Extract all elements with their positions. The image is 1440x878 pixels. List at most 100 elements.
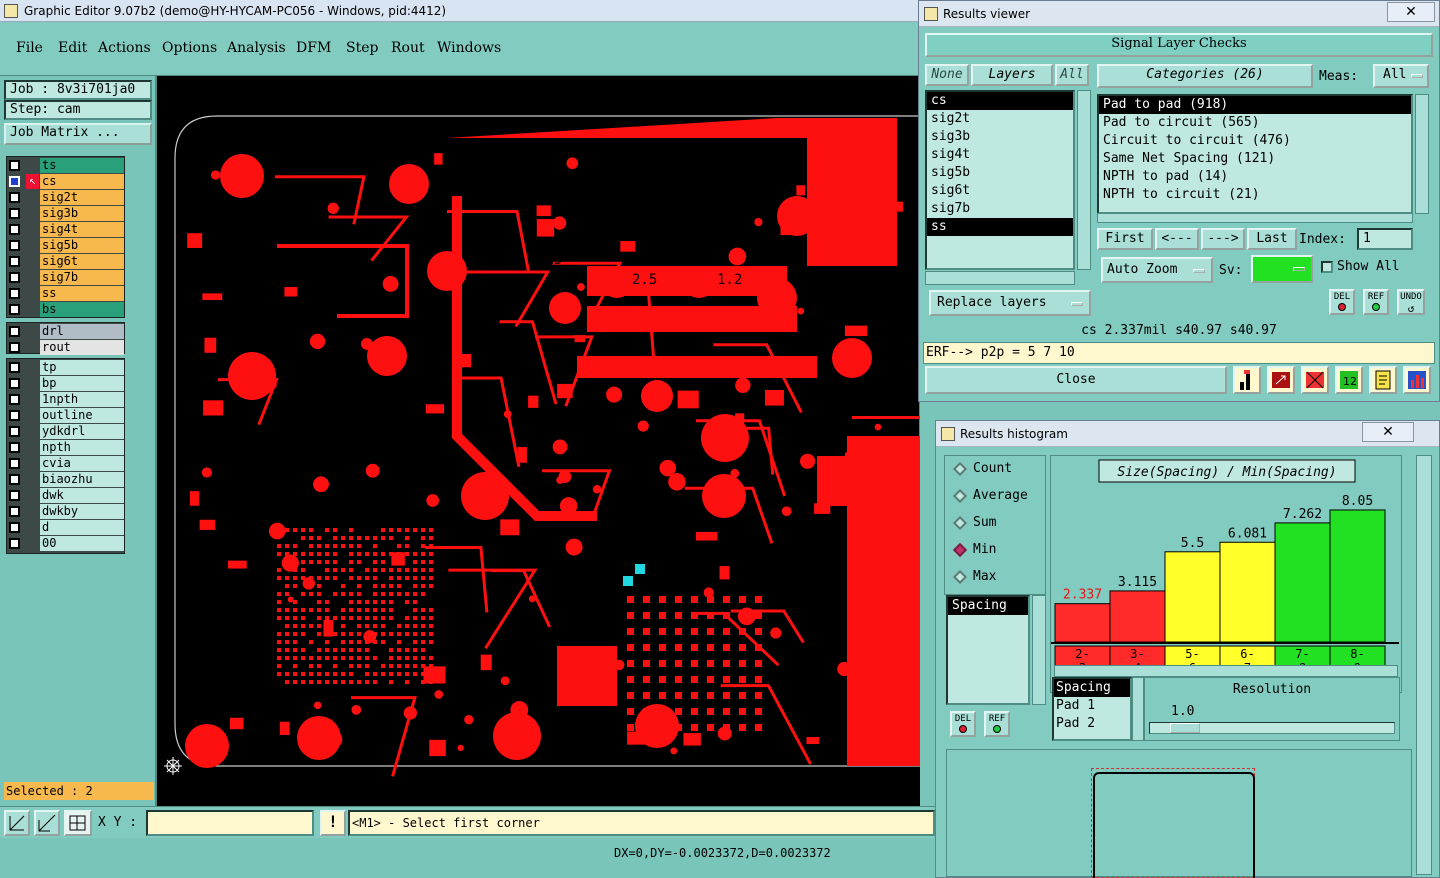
layer-row[interactable]: sig2t xyxy=(6,190,125,205)
layer-row[interactable]: biaozhu xyxy=(6,472,125,487)
menu-file[interactable]: File xyxy=(16,40,43,56)
category-item[interactable]: Pad to pad (918) xyxy=(1099,96,1411,114)
hist-ref-button[interactable]: REF xyxy=(984,711,1010,737)
layer-row[interactable]: sig4t xyxy=(6,222,125,237)
layer-checkbox[interactable] xyxy=(9,208,20,219)
layer-checkbox[interactable] xyxy=(9,176,20,187)
layer-checkbox[interactable] xyxy=(9,490,20,501)
mode-min-radio[interactable]: Min xyxy=(951,541,996,559)
layer-list-hscrollbar[interactable] xyxy=(925,271,1075,285)
notes-icon[interactable] xyxy=(1369,366,1397,394)
auto-zoom-dropdown[interactable]: Auto Zoom xyxy=(1101,257,1213,283)
close-icon[interactable]: ✕ xyxy=(1362,422,1414,442)
layer-row[interactable]: dwkby xyxy=(6,504,125,519)
layer-row[interactable]: sig5b xyxy=(6,238,125,253)
histogram-icon[interactable] xyxy=(1403,366,1431,394)
last-button[interactable]: Last xyxy=(1247,228,1297,250)
histogram-bar[interactable] xyxy=(1055,604,1110,642)
layer-result-item[interactable]: sig2t xyxy=(927,110,1073,128)
window-scrollbar[interactable] xyxy=(1416,455,1432,875)
menu-dfm[interactable]: DFM xyxy=(296,40,331,56)
category-item[interactable]: NPTH to pad (14) xyxy=(1099,168,1411,186)
resolution-slider[interactable] xyxy=(1149,722,1395,734)
chart-icon[interactable] xyxy=(1233,366,1261,394)
job-matrix-button[interactable]: Job Matrix ... xyxy=(4,123,152,145)
layer-row[interactable]: tp xyxy=(6,360,125,375)
layer-row[interactable]: 00 xyxy=(6,536,125,551)
xy-input[interactable] xyxy=(146,810,314,836)
layer-row[interactable]: ts xyxy=(6,158,125,173)
menu-edit[interactable]: Edit xyxy=(58,40,87,56)
slider-handle[interactable] xyxy=(1170,723,1200,733)
index-input[interactable]: 1 xyxy=(1357,228,1413,250)
histogram-list-scrollbar[interactable] xyxy=(1032,595,1046,705)
menu-options[interactable]: Options xyxy=(162,40,217,56)
layer-checkbox[interactable] xyxy=(9,442,20,453)
report-icon[interactable]: 12 xyxy=(1335,366,1363,394)
layer-row[interactable]: outline xyxy=(6,408,125,423)
layer-checkbox[interactable] xyxy=(9,224,20,235)
layer-row[interactable]: bs xyxy=(6,302,125,317)
measure-icon[interactable] xyxy=(34,810,60,836)
layer-checkbox[interactable] xyxy=(9,160,20,171)
hist-del-button[interactable]: DEL xyxy=(950,711,976,737)
undo-button[interactable]: UNDO ↺ xyxy=(1397,289,1425,315)
layer-result-item[interactable]: sig4t xyxy=(927,146,1073,164)
meas-dropdown[interactable]: All xyxy=(1373,64,1429,88)
layer-result-item[interactable]: sig7b xyxy=(927,200,1073,218)
category-item[interactable]: Pad to circuit (565) xyxy=(1099,114,1411,132)
layer-checkbox[interactable] xyxy=(9,458,20,469)
menu-windows[interactable]: Windows xyxy=(437,40,501,56)
layer-row[interactable]: npth xyxy=(6,440,125,455)
menu-step[interactable]: Step xyxy=(346,40,378,56)
layer-result-item[interactable]: ss xyxy=(927,218,1073,236)
layer-row[interactable]: bp xyxy=(6,376,125,391)
tab-none[interactable]: None xyxy=(925,64,969,86)
layer-checkbox[interactable] xyxy=(9,522,20,533)
chart-hscrollbar[interactable] xyxy=(1054,665,1398,677)
category-scrollbar[interactable] xyxy=(1415,94,1429,214)
layer-result-item[interactable]: sig6t xyxy=(927,182,1073,200)
layer-row[interactable]: d xyxy=(6,520,125,535)
mode-max-radio[interactable]: Max xyxy=(951,568,996,586)
category-item[interactable]: Circuit to circuit (476) xyxy=(1099,132,1411,150)
histogram-item-list[interactable]: Spacing xyxy=(946,595,1030,705)
layer-row[interactable]: sig7b xyxy=(6,270,125,285)
show-all-checkbox[interactable] xyxy=(1321,261,1333,273)
layer-checkbox[interactable] xyxy=(9,506,20,517)
detail-scrollbar[interactable] xyxy=(1132,677,1144,741)
prev-button[interactable]: <--- xyxy=(1155,228,1199,250)
layer-checkbox[interactable] xyxy=(9,362,20,373)
layer-row[interactable]: drl xyxy=(6,324,125,339)
category-list[interactable]: Pad to pad (918) Pad to circuit (565) Circ… xyxy=(1097,94,1413,214)
layer-row[interactable]: ↖ cs xyxy=(6,174,125,189)
replace-layers-dropdown[interactable]: Replace layers xyxy=(929,290,1091,316)
mode-count-radio[interactable]: Count xyxy=(951,460,1012,478)
menu-actions[interactable]: Actions xyxy=(98,40,151,56)
layer-row[interactable]: ydkdrl xyxy=(6,424,125,439)
export-icon[interactable] xyxy=(1267,366,1295,394)
severity-dropdown[interactable] xyxy=(1251,255,1313,283)
layer-checkbox[interactable] xyxy=(9,394,20,405)
pcb-canvas[interactable]: GND 2.5 1.2 5 5S 1.8 xyxy=(157,76,920,806)
layer-row[interactable]: ss xyxy=(6,286,125,301)
layer-result-item[interactable]: cs xyxy=(927,92,1073,110)
tab-all[interactable]: All xyxy=(1055,64,1089,86)
menu-rout[interactable]: Rout xyxy=(391,40,425,56)
next-button[interactable]: ---> xyxy=(1201,228,1245,250)
mode-average-radio[interactable]: Average xyxy=(951,487,1028,505)
layer-row[interactable]: sig3b xyxy=(6,206,125,221)
mode-sum-radio[interactable]: Sum xyxy=(951,514,996,532)
layer-row[interactable]: cvia xyxy=(6,456,125,471)
list-item[interactable]: Spacing xyxy=(948,597,1028,615)
layer-checkbox[interactable] xyxy=(9,304,20,315)
layer-checkbox[interactable] xyxy=(9,538,20,549)
layer-checkbox[interactable] xyxy=(9,192,20,203)
histogram-bar[interactable] xyxy=(1275,523,1330,642)
layer-result-item[interactable]: sig5b xyxy=(927,164,1073,182)
layer-checkbox[interactable] xyxy=(9,410,20,421)
menu-analysis[interactable]: Analysis xyxy=(227,40,286,56)
layer-list-scrollbar[interactable] xyxy=(1077,90,1091,270)
category-item[interactable]: NPTH to circuit (21) xyxy=(1099,186,1411,204)
layer-checkbox[interactable] xyxy=(9,272,20,283)
